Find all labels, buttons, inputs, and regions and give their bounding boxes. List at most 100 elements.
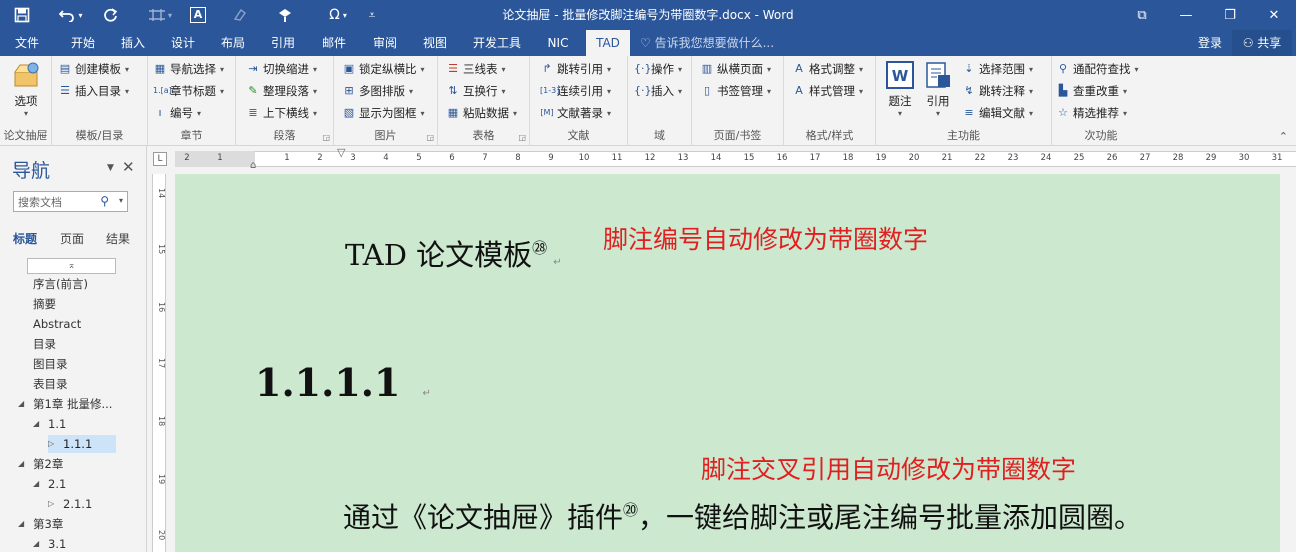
nav-close-icon[interactable]: ✕ — [122, 158, 135, 176]
tab-developer[interactable]: 开发工具 — [466, 30, 528, 56]
nav-item-2-1-1[interactable]: ▷ 2.1.1 — [48, 495, 92, 513]
collapsed-triangle-icon[interactable]: ▷ — [48, 495, 54, 513]
select-range-button[interactable]: ⇣ 选择范围 ▾ — [962, 59, 1033, 79]
nav-item-chapter3[interactable]: ◢ 第3章 — [18, 515, 63, 533]
toggle-indent-button[interactable]: ⇥ 切换缩进 ▾ — [246, 59, 317, 79]
dup-check-button[interactable]: ▙ 查重改重 ▾ — [1056, 81, 1127, 101]
tab-review[interactable]: 审阅 — [362, 30, 408, 56]
expanded-triangle-icon[interactable]: ◢ — [18, 455, 24, 473]
nav-tab-pages[interactable]: 页面 — [60, 230, 84, 247]
expanded-triangle-icon[interactable]: ◢ — [33, 415, 39, 433]
tab-view[interactable]: 视图 — [412, 30, 458, 56]
vertical-scrollbar[interactable] — [1280, 174, 1296, 552]
tab-file[interactable]: 文件 — [4, 30, 50, 56]
tab-home[interactable]: 开始 — [60, 30, 106, 56]
nav-select-button[interactable]: ▦ 导航选择 ▾ — [153, 59, 224, 79]
tidy-paragraph-button[interactable]: ✎ 整理段落 ▾ — [246, 81, 317, 101]
table-icon[interactable]: ▾ — [142, 0, 178, 30]
lock-ratio-button[interactable]: ▣ 锁定纵横比 ▾ — [342, 59, 425, 79]
tab-selector-icon[interactable]: L — [153, 152, 167, 166]
nav-item-1-1[interactable]: ◢ 1.1 — [33, 415, 66, 433]
heading-1-1-1-1[interactable]: 1.1.1.1 ↵ — [255, 360, 431, 405]
hanging-indent-marker[interactable]: ⌂ — [250, 160, 260, 174]
three-line-table-button[interactable]: ☰ 三线表 ▾ — [446, 59, 505, 79]
tab-references[interactable]: 引用 — [260, 30, 306, 56]
tab-layout[interactable]: 布局 — [210, 30, 256, 56]
nav-item[interactable]: 目录 — [33, 335, 56, 353]
cite-button[interactable]: 引用 ▾ — [918, 60, 958, 120]
ref-list-button[interactable]: [M] 文献著录 ▾ — [540, 103, 611, 123]
format-adjust-button[interactable]: A 格式调整 ▾ — [792, 59, 863, 79]
expanded-triangle-icon[interactable]: ◢ — [18, 395, 24, 413]
nav-item[interactable]: 表目录 — [33, 375, 68, 393]
swap-row-button[interactable]: ⇅ 互换行 ▾ — [446, 81, 505, 101]
numbering-button[interactable]: ı 编号 ▾ — [153, 103, 201, 123]
collapse-ribbon-icon[interactable]: ⌃ — [1279, 130, 1288, 143]
close-button[interactable]: ✕ — [1252, 0, 1296, 30]
nav-item-1-1-1-selected[interactable]: ▷ 1.1.1 — [48, 435, 116, 453]
nav-item[interactable]: 图目录 — [33, 355, 68, 373]
expanded-triangle-icon[interactable]: ◢ — [18, 515, 24, 533]
jump-ref-button[interactable]: ↱ 跳转引用 ▾ — [540, 59, 611, 79]
expanded-triangle-icon[interactable]: ◢ — [33, 535, 39, 552]
bookmark-button[interactable]: ▯ 书签管理 ▾ — [700, 81, 771, 101]
nav-item-chapter2[interactable]: ◢ 第2章 — [18, 455, 63, 473]
edit-ref-button[interactable]: ≡ 编辑文献 ▾ — [962, 103, 1033, 123]
restore-button[interactable]: ❐ — [1208, 0, 1252, 30]
insert-toc-button[interactable]: ☰ 插入目录 ▾ — [58, 81, 129, 101]
options-button[interactable]: 选项 ▾ — [6, 60, 46, 120]
tab-tad[interactable]: TAD — [586, 30, 630, 56]
nav-tab-results[interactable]: 结果 — [106, 230, 130, 247]
minimize-button[interactable]: — — [1164, 0, 1208, 30]
style-manager-button[interactable]: A 样式管理 ▾ — [792, 81, 863, 101]
collapsed-triangle-icon[interactable]: ▷ — [48, 435, 54, 453]
dialog-launcher-icon[interactable]: ◲ — [426, 133, 434, 142]
body-paragraph[interactable]: 通过《论文抽屉》插件⑳，一键给脚注或尾注编号批量添加圆圈。 — [343, 496, 1142, 536]
operate-button[interactable]: {·} 操作 ▾ — [634, 59, 682, 79]
customize-qat-icon[interactable]: ⩡ — [362, 0, 382, 30]
symbol-icon[interactable]: Ω ▾ — [318, 0, 358, 30]
cont-ref-button[interactable]: [1-3] 连续引用 ▾ — [540, 81, 611, 101]
search-dropdown-icon[interactable]: ▾ — [119, 196, 123, 205]
insert-field-button[interactable]: {·} 插入 ▾ — [634, 81, 682, 101]
dialog-launcher-icon[interactable]: ◲ — [322, 133, 330, 142]
paste-data-button[interactable]: ▦ 粘贴数据 ▾ — [446, 103, 517, 123]
document-title[interactable]: TAD 论文模板㉘↵ — [345, 232, 562, 274]
nav-item[interactable]: 序言(前言) — [33, 275, 88, 293]
redo-icon[interactable] — [96, 0, 124, 30]
nav-tab-headings[interactable]: 标题 — [13, 230, 37, 247]
format-painter-icon[interactable] — [272, 0, 300, 30]
collapse-headings-button[interactable]: ⌅ — [27, 258, 116, 274]
ribbon-display-icon[interactable]: ⧉ — [1120, 0, 1164, 30]
tab-mailings[interactable]: 邮件 — [311, 30, 357, 56]
tab-insert[interactable]: 插入 — [110, 30, 156, 56]
first-line-indent-marker[interactable]: ▽ — [337, 146, 345, 159]
nav-search-input[interactable]: 搜索文档 ⚲ ▾ — [13, 191, 128, 212]
save-icon[interactable] — [8, 0, 36, 30]
nav-item[interactable]: Abstract — [33, 315, 81, 333]
textbox-icon[interactable]: A — [186, 0, 210, 30]
nav-item[interactable]: 摘要 — [33, 295, 56, 313]
nav-item-chapter1[interactable]: ◢ 第1章 批量修... — [18, 395, 138, 413]
footnote-ref-circled[interactable]: ㉘ — [532, 239, 547, 257]
chapter-title-button[interactable]: 1.[a] 章节标题 ▾ — [153, 81, 224, 101]
tell-me-box[interactable]: ♡ 告诉我您想要做什么... — [640, 30, 790, 56]
show-frame-button[interactable]: ▧ 显示为图框 ▾ — [342, 103, 425, 123]
nav-item-3-1[interactable]: ◢ 3.1 — [33, 535, 66, 552]
jump-note-button[interactable]: ↯ 跳转注释 ▾ — [962, 81, 1033, 101]
clear-format-icon[interactable] — [228, 0, 252, 30]
sign-in-link[interactable]: 登录 — [1190, 30, 1230, 56]
create-template-button[interactable]: ▤ 创建模板 ▾ — [58, 59, 129, 79]
hr-line-button[interactable]: ≣ 上下横线 ▾ — [246, 103, 317, 123]
caption-button[interactable]: W 题注 ▾ — [880, 60, 920, 120]
dialog-launcher-icon[interactable]: ◲ — [518, 133, 526, 142]
undo-icon[interactable]: ▾ — [52, 0, 90, 30]
multi-layout-button[interactable]: ⊞ 多图排版 ▾ — [342, 81, 413, 101]
nav-item-2-1[interactable]: ◢ 2.1 — [33, 475, 66, 493]
footnote-cross-ref-circled[interactable]: ⑳ — [623, 501, 638, 519]
tab-design[interactable]: 设计 — [160, 30, 206, 56]
document-page[interactable]: TAD 论文模板㉘↵ 脚注编号自动修改为带圈数字 1.1.1.1 ↵ 脚注交叉引用… — [175, 174, 1280, 552]
landscape-button[interactable]: ▥ 纵横页面 ▾ — [700, 59, 771, 79]
share-button[interactable]: ⚇ 共享 — [1232, 30, 1292, 56]
search-icon[interactable]: ⚲ — [100, 194, 109, 208]
